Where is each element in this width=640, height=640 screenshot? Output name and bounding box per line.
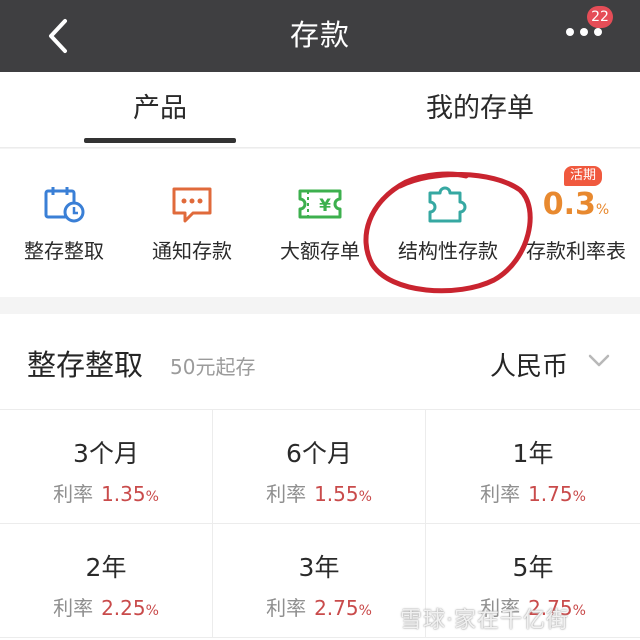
tab-bar: 产品 我的存单 [0,72,640,148]
top-bar: 存款 22 [0,0,640,72]
demand-rate-display: 0.3% [542,187,610,222]
rate-line: 利率 2.75% [480,596,586,620]
section-header: 整存整取 50元起存 人民币 [0,314,640,410]
chevron-left-icon [49,19,67,53]
puzzle-icon [428,186,467,223]
tab-my-deposits[interactable]: 我的存单 [380,72,580,148]
tab-products[interactable]: 产品 [60,72,260,148]
rate-line: 利率 2.25% [53,596,159,620]
demand-tag: 活期 [564,166,603,186]
menu-item-label: 大额存单 [280,239,360,263]
menu-item-label: 通知存款 [152,239,232,263]
yen-ticket-icon: ¥ [298,189,342,219]
term-grid: 3个月 利率 1.35% 6个月 利率 1.55% 1年 利率 1.75% 2年 利率… [0,410,640,640]
menu-item-notice-deposit[interactable]: 通知存款 [128,149,256,297]
page-title: 存款 [289,18,350,52]
term-label: 1年 [512,439,554,468]
term-cell[interactable]: 3个月 利率 1.35% [0,410,213,524]
term-cell[interactable]: 5年 利率 2.75% [426,524,640,638]
term-cell[interactable]: 1年 利率 1.75% [426,410,640,524]
term-label: 2年 [85,553,127,582]
min-amount-text: 50元起存 [170,355,256,379]
currency-value: 人民币 [490,352,569,382]
rate-line: 利率 2.75% [266,596,372,620]
term-label: 5年 [512,553,554,582]
menu-item-large-cd[interactable]: ¥ 大额存单 [256,149,384,297]
rate-line: 利率 1.35% [53,482,159,506]
menu-item-label: 存款利率表 [526,239,626,263]
term-cell[interactable]: 3年 利率 2.75% [213,524,426,638]
more-dots-icon [566,28,602,36]
back-button[interactable] [38,14,78,58]
menu-item-structured-deposit[interactable]: 结构性存款 [384,149,512,297]
term-label: 3年 [298,553,340,582]
active-tab-indicator [84,138,236,143]
rate-line: 利率 1.55% [266,482,372,506]
menu-item-lump-sum[interactable]: 整存整取 [0,149,128,297]
chevron-down-icon [588,354,610,367]
calendar-clock-icon [44,187,85,223]
menu-item-label: 结构性存款 [398,239,498,263]
product-menu: 整存整取 通知存款 ¥ 大额存单 结构性存款 0.3% 存款利率表 活期 [0,149,640,297]
menu-item-label: 整存整取 [24,239,104,263]
svg-text:¥: ¥ [319,196,331,216]
term-label: 6个月 [286,439,352,468]
chat-bubble-icon [172,187,212,223]
term-cell[interactable]: 2年 利率 2.25% [0,524,213,638]
notification-badge: 22 [587,6,613,28]
deposit-section: 整存整取 50元起存 人民币 3个月 利率 1.35% 6个月 利率 1.55% 1… [0,314,640,640]
section-title: 整存整取 [27,348,144,382]
rate-line: 利率 1.75% [480,482,586,506]
currency-selector[interactable]: 人民币 [460,330,620,394]
term-cell[interactable]: 6个月 利率 1.55% [213,410,426,524]
term-label: 3个月 [73,439,139,468]
